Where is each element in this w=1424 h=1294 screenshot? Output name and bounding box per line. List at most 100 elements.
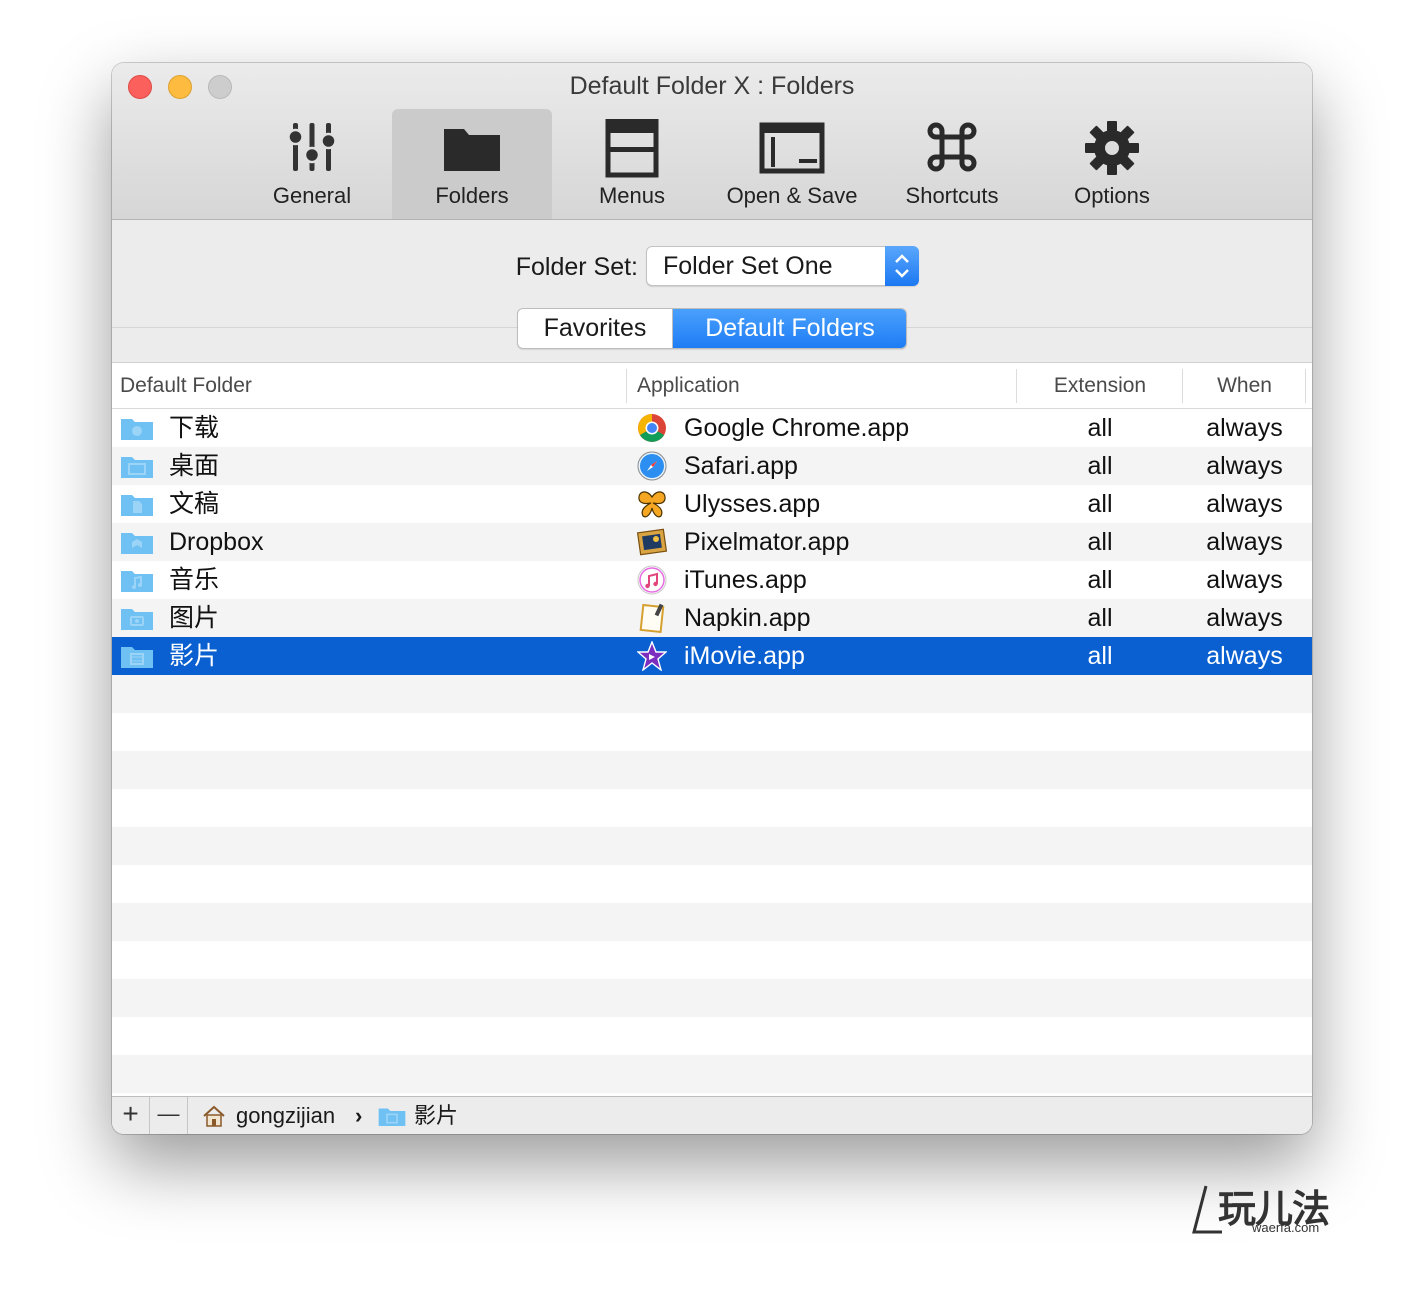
folder-name: 文稿 — [169, 490, 220, 518]
table-row[interactable]: 图片 Napkin.app all always — [112, 599, 1312, 637]
segment-default-folders[interactable]: Default Folders — [673, 309, 906, 348]
toolbar-label: General — [272, 183, 352, 208]
toolbar-label: Folders — [435, 183, 509, 208]
empty-row — [112, 713, 1312, 751]
preferences-window: Default Folder X : Folders General Folde… — [112, 63, 1312, 1134]
extension-value: all — [1087, 490, 1113, 518]
ulysses-butterfly-icon — [638, 491, 666, 518]
when-value: always — [1206, 490, 1283, 518]
extension-value: all — [1087, 566, 1113, 594]
documents-folder-icon — [121, 495, 153, 516]
folder-set-label: Folder Set: — [515, 253, 638, 281]
imovie-star-icon — [637, 641, 667, 671]
path-current-folder[interactable]: 影片 — [414, 1097, 458, 1134]
empty-row — [112, 1055, 1312, 1093]
table-row[interactable]: Dropbox Pixelmator.app all always — [112, 523, 1312, 561]
gear-icon — [1085, 121, 1139, 175]
application-name: iMovie.app — [684, 642, 805, 670]
path-separator-icon: › — [355, 1103, 363, 1128]
when-value: always — [1206, 414, 1283, 442]
empty-row — [112, 941, 1312, 979]
when-value: always — [1206, 604, 1283, 632]
open-save-icon — [759, 122, 825, 174]
empty-row — [112, 1017, 1312, 1055]
window-title: Default Folder X : Folders — [569, 72, 855, 100]
when-value: always — [1206, 452, 1283, 480]
folder-name: 图片 — [169, 604, 220, 632]
folder-icon — [444, 129, 500, 171]
application-name: Napkin.app — [684, 604, 811, 632]
music-folder-icon — [121, 571, 153, 592]
title-bar: Default Folder X : Folders General Folde… — [112, 63, 1312, 220]
folder-set-popup[interactable]: Folder Set One — [646, 246, 919, 286]
empty-row — [112, 865, 1312, 903]
home-icon — [203, 1105, 225, 1127]
extension-value: all — [1087, 604, 1113, 632]
toolbar-general[interactable]: General — [232, 109, 392, 219]
desktop-folder-icon — [121, 457, 153, 478]
safari-icon — [637, 451, 667, 481]
application-name: Safari.app — [684, 452, 798, 480]
menus-icon — [605, 119, 659, 178]
application-name: Ulysses.app — [684, 490, 821, 518]
default-folders-table: Default Folder Application Extension Whe… — [112, 362, 1312, 1096]
toolbar-label: Menus — [598, 183, 666, 208]
toolbar-label: Options — [1074, 183, 1150, 208]
folder-name: 影片 — [169, 642, 220, 670]
column-header-application[interactable]: Application — [627, 363, 1017, 408]
folder-name: Dropbox — [169, 528, 264, 556]
itunes-icon — [637, 565, 667, 595]
empty-row — [112, 675, 1312, 713]
movies-folder-icon — [378, 1108, 406, 1126]
empty-row — [112, 903, 1312, 941]
downloads-folder-icon — [121, 419, 153, 440]
empty-row — [112, 751, 1312, 789]
extension-value: all — [1087, 528, 1113, 556]
empty-row — [112, 827, 1312, 865]
extension-value: all — [1087, 642, 1113, 670]
table-row[interactable]: 桌面 Safari.app all always — [112, 447, 1312, 485]
when-value: always — [1206, 528, 1283, 556]
folders-pane: Folder Set: Folder Set One Favorites Def… — [112, 220, 1312, 1134]
toolbar-shortcuts[interactable]: Shortcuts — [872, 109, 1032, 219]
table-row[interactable]: 音乐 iTunes.app all always — [112, 561, 1312, 599]
table-row[interactable]: 下载 Google Chrome.app all always — [112, 409, 1312, 447]
watermark-url: waerfa.com — [1252, 1220, 1320, 1235]
application-name: Pixelmator.app — [684, 528, 850, 556]
chrome-icon — [638, 414, 666, 442]
watermark-logo: 玩儿法 waerfa.com — [1192, 1178, 1342, 1238]
bottom-bar: + — gongzijian › 影片 — [112, 1096, 1312, 1134]
sliders-icon — [287, 123, 337, 171]
toolbar-menus[interactable]: Menus — [552, 109, 712, 219]
application-name: iTunes.app — [684, 566, 807, 594]
column-header-extension[interactable]: Extension — [1017, 363, 1183, 408]
table-row[interactable]: 文稿 Ulysses.app all always — [112, 485, 1312, 523]
when-value: always — [1206, 566, 1283, 594]
application-name: Google Chrome.app — [684, 414, 910, 442]
command-icon — [927, 122, 977, 172]
column-header-folder[interactable]: Default Folder — [112, 363, 627, 408]
toolbar-open-save[interactable]: Open & Save — [712, 109, 872, 219]
toolbar-label: Shortcuts — [905, 183, 999, 208]
toolbar-label: Open & Save — [726, 183, 858, 208]
view-segmented-control: Favorites Default Folders — [517, 308, 907, 349]
dropbox-folder-icon — [121, 533, 153, 554]
column-header-when[interactable]: When — [1183, 363, 1306, 408]
when-value: always — [1206, 642, 1283, 670]
add-button[interactable]: + — [112, 1097, 150, 1134]
toolbar-options[interactable]: Options — [1032, 109, 1192, 219]
folder-name: 音乐 — [169, 566, 220, 594]
segment-favorites[interactable]: Favorites — [518, 309, 673, 348]
folder-name: 桌面 — [169, 452, 220, 480]
folder-set-value: Folder Set One — [663, 252, 833, 280]
path-home[interactable]: gongzijian — [236, 1097, 335, 1134]
extension-value: all — [1087, 452, 1113, 480]
extension-value: all — [1087, 414, 1113, 442]
remove-button[interactable]: — — [150, 1097, 188, 1134]
movies-folder-icon — [121, 647, 153, 668]
pictures-folder-icon — [121, 609, 153, 630]
table-header: Default Folder Application Extension Whe… — [112, 363, 1312, 409]
folder-name: 下载 — [169, 414, 220, 442]
table-row-selected[interactable]: 影片 iMovie.app all always — [112, 637, 1312, 675]
toolbar-folders[interactable]: Folders — [392, 109, 552, 219]
